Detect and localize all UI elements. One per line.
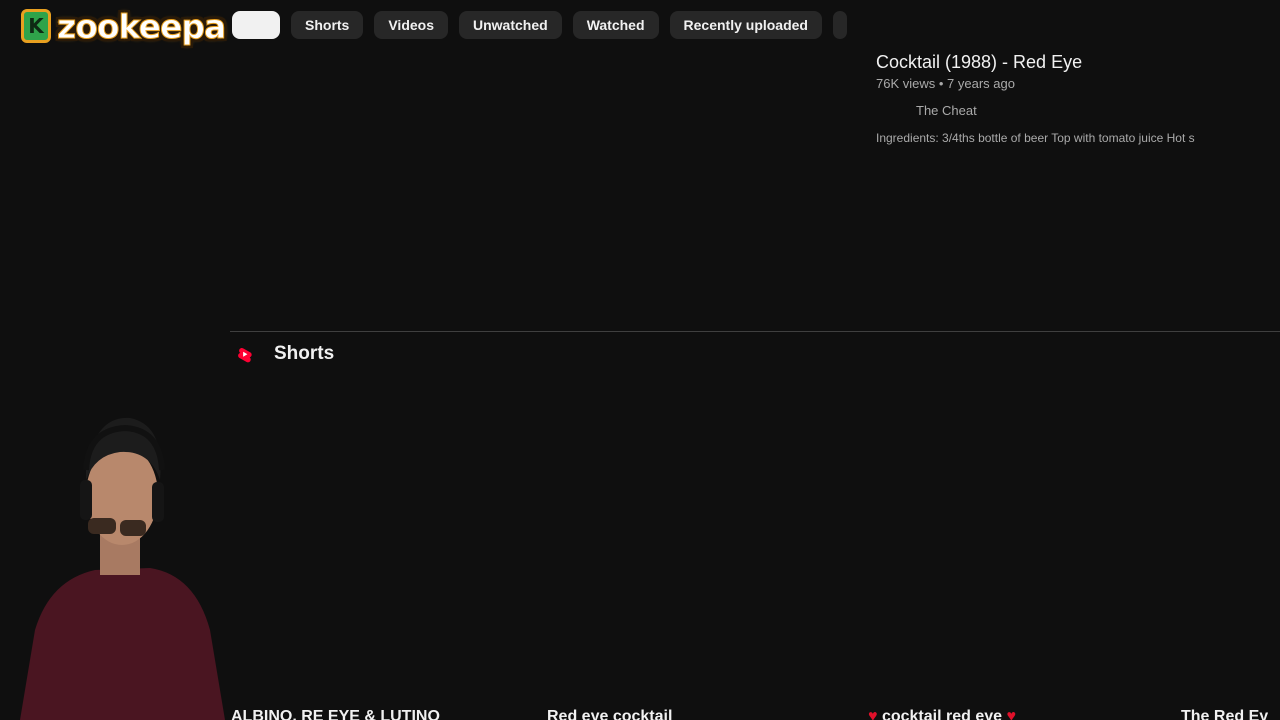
filter-chip-bar: Shorts Videos Unwatched Watched Recently… xyxy=(232,11,847,39)
heart-icon: ♥ xyxy=(1006,708,1016,720)
section-divider xyxy=(230,331,1280,332)
short-title-text: cocktail red eye xyxy=(881,708,1003,720)
streamer-name: zookeepa xyxy=(56,6,226,46)
short-title[interactable]: The Red Ey xyxy=(1181,708,1268,720)
short-title-hearts[interactable]: ♥ cocktail red eye ♥ xyxy=(868,708,1016,720)
webcam-overlay xyxy=(20,417,225,720)
featured-video-channel[interactable]: The Cheat xyxy=(916,103,977,118)
featured-video-description: Ingredients: 3/4ths bottle of beer Top w… xyxy=(876,131,1195,145)
youtube-channel-page: Shorts Videos Unwatched Watched Recently… xyxy=(0,0,1280,720)
filter-chip-unwatched[interactable]: Unwatched xyxy=(459,11,562,39)
featured-video-meta: 76K views • 7 years ago xyxy=(876,76,1015,91)
filter-chip-watched[interactable]: Watched xyxy=(572,11,659,39)
filter-chip-shorts[interactable]: Shorts xyxy=(291,11,364,39)
heart-icon: ♥ xyxy=(868,708,878,720)
featured-video-title[interactable]: Cocktail (1988) - Red Eye xyxy=(876,52,1082,73)
kick-logo-icon: K xyxy=(21,9,51,43)
short-title[interactable]: Red eye cocktail xyxy=(547,708,672,720)
filter-chip-next[interactable] xyxy=(832,11,847,39)
shorts-section-header: Shorts xyxy=(234,343,334,365)
shorts-section-title: Shorts xyxy=(274,343,335,364)
short-title[interactable]: ALBINO, RE EYE & LUTINO xyxy=(231,708,440,720)
filter-chip-videos[interactable]: Videos xyxy=(374,11,448,39)
shorts-icon xyxy=(238,347,252,363)
filter-chip-recently-uploaded[interactable]: Recently uploaded xyxy=(669,11,822,39)
streamer-logo-overlay: K zookeepa xyxy=(21,4,259,48)
kick-logo-letter: K xyxy=(28,14,44,38)
